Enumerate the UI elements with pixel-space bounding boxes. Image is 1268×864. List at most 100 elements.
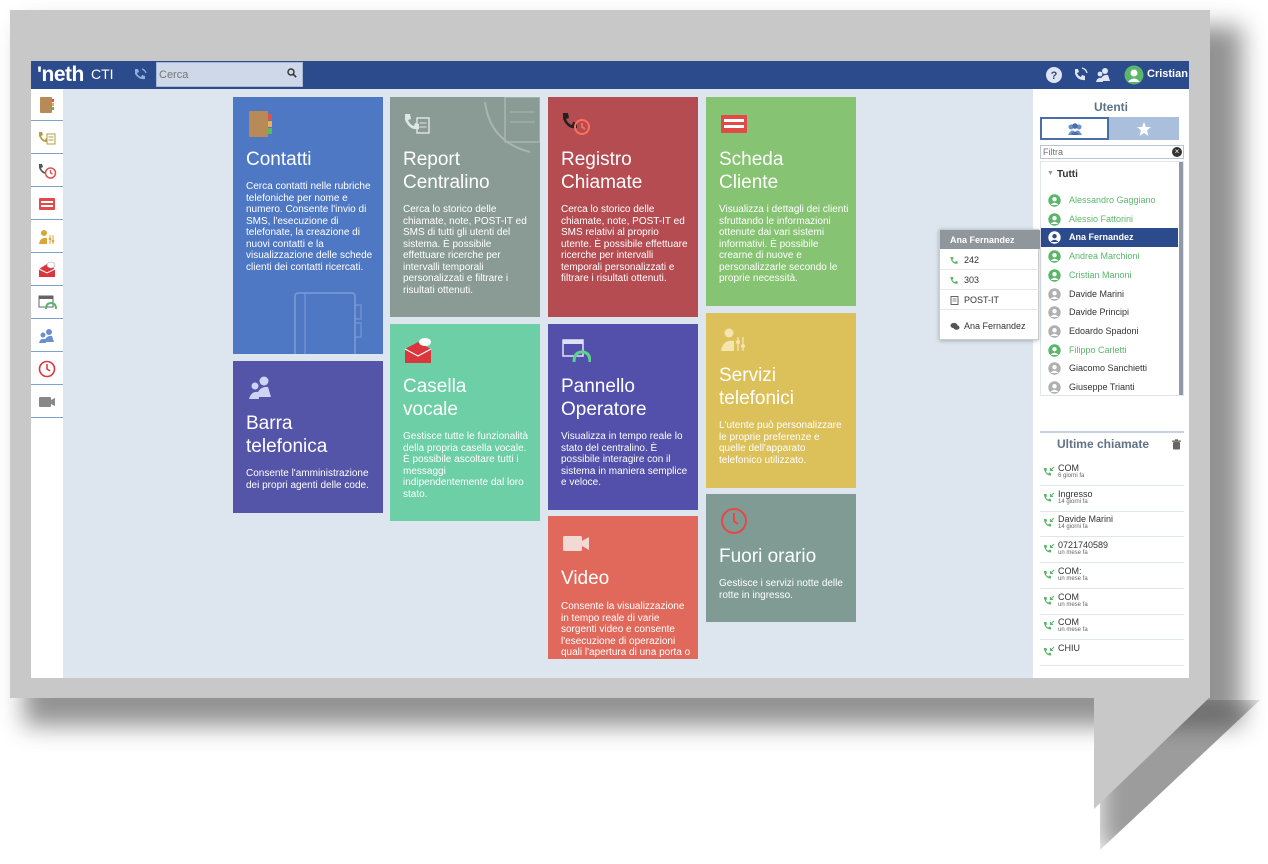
tile-servizi-telefonici[interactable]: Servizi telefonici L'utente può personal… [706,313,856,488]
recent-call-row[interactable]: Davide Marini 14 giorni fa [1040,511,1184,538]
popup-row[interactable]: Ana Fernandez [940,311,1040,339]
recent-call-row[interactable]: COM un mese fa [1040,589,1184,615]
recent-call-row[interactable]: Ingresso 14 giorni fa [1040,486,1184,512]
tile-title: Contatti [246,149,312,170]
tile-casella-vocale[interactable]: Casella vocale Gestisce tutte le funzion… [390,324,540,521]
user-avatar-icon[interactable] [1124,65,1144,85]
tile-description: Visualizza i dettagli dei clienti sfrutt… [719,204,849,284]
contact-popup: Ana Fernandez 242 303 POST-IT Ana Fernandez [939,229,1040,340]
clear-filter-icon[interactable]: × [1172,147,1182,157]
user-row[interactable]: Giuseppe Trianti [1041,378,1178,395]
user-row[interactable]: Giacomo Sanchietti [1041,359,1178,378]
tile-title: Report Centralino [403,149,490,193]
tile-video[interactable]: Video Consente la visualizzazione in tem… [548,516,698,659]
video-camera-icon [39,396,55,407]
tile-scheda-cliente[interactable]: Scheda Cliente Visualizza i dettagli dei… [706,97,856,306]
queue-agents-icon[interactable] [1094,66,1112,84]
nav-phone-services[interactable] [31,221,63,253]
scrollbar[interactable] [1179,162,1183,395]
tile-contatti[interactable]: Contatti Cerca contatti nelle rubriche t… [233,97,383,354]
filter-input[interactable] [1043,147,1163,157]
trash-icon[interactable] [1171,439,1182,450]
call-in-icon [1044,518,1055,527]
tile-pannello-operatore[interactable]: Pannello Operatore Visualizza in tempo r… [548,324,698,510]
nav-queue-agents[interactable] [31,320,63,352]
nav-contacts[interactable] [31,89,63,121]
popup-row[interactable]: 303 [940,270,1040,290]
call-time: un mese fa [1058,627,1088,634]
tile-registro-chiamate[interactable]: Registro Chiamate Cerca lo storico delle… [548,97,698,317]
video-camera-icon [563,536,589,551]
nav-video[interactable] [31,386,63,418]
left-nav-rail [31,89,63,678]
nav-voicemail[interactable] [31,254,63,286]
recent-call-row[interactable]: 0721740589 un mese fa [1040,537,1184,564]
user-row[interactable]: Cristian Manoni [1041,266,1178,285]
nav-customer-card[interactable] [31,188,63,220]
tile-barra-telefonica[interactable]: Barra telefonica Consente l'amministrazi… [233,361,383,513]
svg-text:?: ? [1051,70,1058,82]
user-row[interactable]: Davide Principi [1041,303,1178,322]
nav-operator-panel[interactable] [31,287,63,319]
phone-services-icon [721,328,745,351]
nav-report[interactable] [31,122,63,154]
user-row[interactable]: Edoardo Spadoni [1041,322,1178,341]
call-time: 14 giorni fa [1058,498,1088,505]
help-icon[interactable]: ? [1045,66,1063,84]
user-row[interactable]: Andrea Marchioni [1041,247,1178,266]
call-time: 14 giorni fa [1058,524,1088,531]
user-name: Filippo Carletti [1069,344,1127,355]
call-name: 0721740589 [1058,540,1109,551]
user-row[interactable]: Filippo Carletti [1041,341,1178,360]
user-status-icon [1048,381,1061,394]
search-icon[interactable] [287,68,297,78]
address-book-icon [249,111,272,137]
user-status-icon [1048,362,1061,375]
user-row[interactable]: Alessandro Gaggiano [1041,191,1178,210]
chevron-down-icon[interactable]: ▼ [1047,170,1054,177]
star-icon [1137,121,1151,136]
phone-status-icon[interactable] [1071,66,1089,84]
call-in-icon [1044,595,1055,605]
popup-row[interactable]: POST-IT [940,290,1040,310]
recent-call-row[interactable]: COM: un mese fa [1040,563,1184,589]
nav-call-log[interactable] [31,155,63,187]
clock-icon [721,508,747,534]
voicemail-icon [404,338,432,363]
popup-title: Ana Fernandez [940,230,1040,249]
operator-panel-icon [38,295,57,309]
user-name: Davide Principi [1069,307,1130,318]
recent-call-row[interactable]: COM un mese fa [1040,614,1184,641]
user-status-icon [1048,194,1061,207]
tile-title: Registro Chiamate [561,149,643,193]
phone-waves-icon[interactable] [131,66,149,84]
popup-row[interactable]: 242 [940,250,1040,270]
tile-description: Gestisce i servizi notte delle rotte in … [719,578,843,601]
filter-box[interactable]: × [1040,145,1184,159]
user-row[interactable]: Davide Marini [1041,285,1178,304]
tile-report-centralino[interactable]: Report Centralino Cerca lo storico delle… [390,97,540,317]
user-status-icon [1048,250,1061,263]
nav-after-hours[interactable] [31,353,63,385]
recent-call-row[interactable]: CHIU [1040,640,1184,666]
search-box[interactable] [156,62,303,87]
call-history-icon [563,113,590,135]
popup-row-text: Ana Fernandez [964,321,1026,331]
search-input[interactable] [159,66,279,83]
notebook-watermark-icon [294,292,362,354]
tab-all-users[interactable] [1040,117,1109,140]
call-name: COM [1058,463,1079,473]
tile-fuori-orario[interactable]: Fuori orario Gestisce i servizi notte de… [706,494,856,622]
user-row[interactable]: Alessio Fattorini [1041,210,1178,229]
recent-call-row[interactable]: COM 6 giorni fa [1040,460,1184,486]
group-label[interactable]: Tutti [1057,169,1078,180]
tile-description: Gestisce tutte le funzionalità della pro… [403,431,529,500]
operator-panel-icon [562,339,591,363]
user-row[interactable]: Ana Fernandez [1041,228,1178,248]
call-name: COM [1058,617,1079,628]
tile-description: Cerca contatti nelle rubriche telefonich… [246,181,373,273]
neth-logo[interactable]: 'neth [37,63,84,87]
tab-favorites[interactable] [1109,117,1179,140]
user-name: Edoardo Spadoni [1069,325,1139,336]
user-name[interactable]: Cristian [1147,68,1188,80]
